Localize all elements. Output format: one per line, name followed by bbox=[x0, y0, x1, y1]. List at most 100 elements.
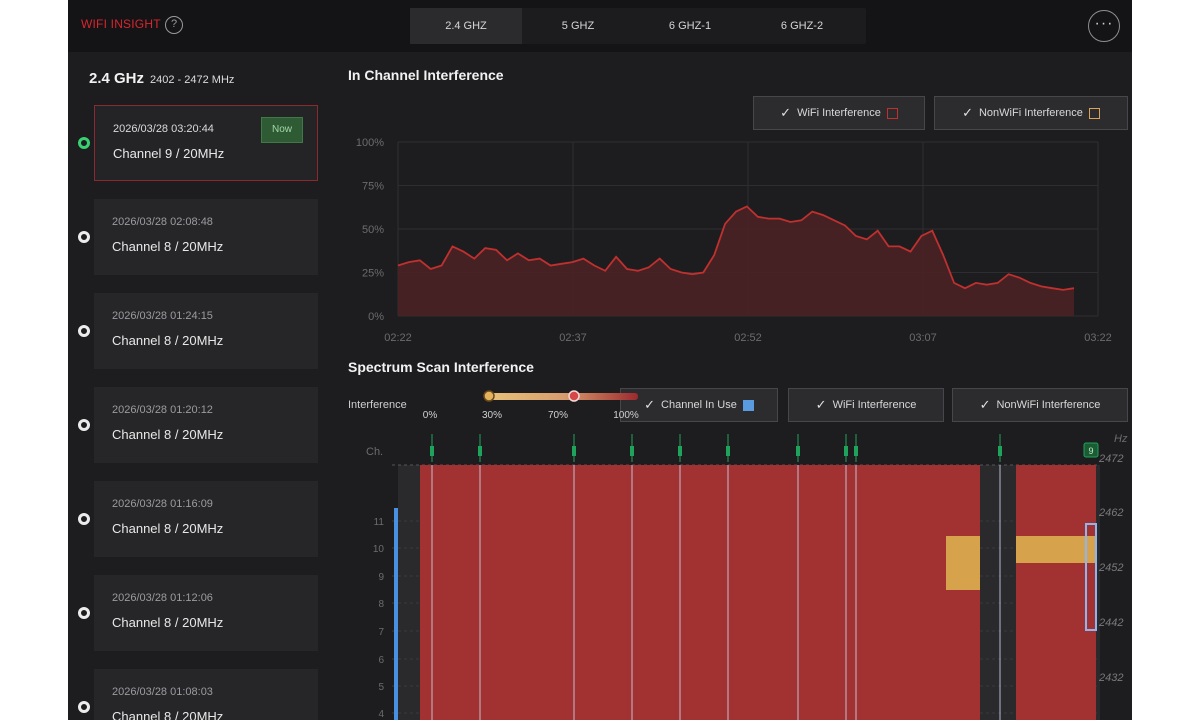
scan-dot[interactable] bbox=[78, 607, 90, 619]
toggle-label: NonWiFi Interference bbox=[978, 107, 1083, 119]
sp-toggle-3[interactable]: ✓ NonWiFi Interference bbox=[952, 388, 1128, 422]
scan-dot[interactable] bbox=[78, 325, 90, 337]
legend-max-handle[interactable] bbox=[568, 390, 580, 402]
channel-in-use-bar bbox=[394, 508, 398, 720]
interference-legend-label: Interference bbox=[348, 399, 407, 411]
channel-tick-label: 6 bbox=[378, 655, 384, 666]
ap-marker bbox=[796, 446, 800, 456]
x-tick-label: 02:52 bbox=[734, 332, 762, 344]
nonwifi-interference-block bbox=[1016, 536, 1096, 563]
channel-axis-label: Ch. bbox=[366, 446, 383, 458]
sp-toggle-1[interactable]: ✓ Channel In Use bbox=[620, 388, 778, 422]
freq-tick-label: 2472 bbox=[1098, 453, 1123, 465]
scan-dot[interactable] bbox=[78, 513, 90, 525]
scan-dot[interactable] bbox=[78, 701, 90, 713]
help-icon[interactable]: ? bbox=[165, 16, 183, 34]
freq-tick-label: 2462 bbox=[1098, 507, 1123, 519]
nonwifi-interference-block bbox=[946, 536, 980, 590]
scan-timestamp: 2026/03/28 01:20:12 bbox=[112, 404, 213, 416]
y-tick-label: 50% bbox=[362, 224, 384, 236]
channel-tick-label: 4 bbox=[378, 709, 384, 720]
scan-card[interactable]: 2026/03/28 01:24:15 Channel 8 / 20MHz bbox=[94, 293, 318, 369]
ap-marker bbox=[430, 446, 434, 456]
scan-channel: Channel 9 / 20MHz bbox=[113, 146, 225, 161]
scan-card[interactable]: 2026/03/28 01:16:09 Channel 8 / 20MHz bbox=[94, 481, 318, 557]
channel-in-use-marker bbox=[1085, 523, 1097, 631]
ic-toggle-1[interactable]: ✓ WiFi Interference bbox=[753, 96, 925, 130]
scan-timestamp: 2026/03/28 01:24:15 bbox=[112, 310, 213, 322]
current-scan-dot[interactable] bbox=[78, 137, 90, 149]
band-heading: 2.4 GHz 2402 - 2472 MHz bbox=[89, 70, 234, 88]
tab-band-4[interactable]: 6 GHZ-2 bbox=[746, 8, 858, 44]
check-icon: ✓ bbox=[780, 105, 792, 120]
band-tabs: 2.4 GHZ 5 GHZ 6 GHZ-1 6 GHZ-2 bbox=[410, 8, 866, 44]
scan-timestamp: 2026/03/28 01:16:09 bbox=[112, 498, 213, 510]
now-badge: Now bbox=[261, 117, 303, 143]
scan-channel: Channel 8 / 20MHz bbox=[112, 615, 224, 630]
ap-marker bbox=[844, 446, 848, 456]
spectrum-plot-bg bbox=[398, 465, 1100, 720]
scan-card[interactable]: 2026/03/28 02:08:48 Channel 8 / 20MHz bbox=[94, 199, 318, 275]
ap-marker bbox=[726, 446, 730, 456]
scan-card[interactable]: 2026/03/28 01:20:12 Channel 8 / 20MHz bbox=[94, 387, 318, 463]
scan-timestamp: 2026/03/28 02:08:48 bbox=[112, 216, 213, 228]
scan-channel: Channel 8 / 20MHz bbox=[112, 427, 224, 442]
legend-tick-label: 70% bbox=[548, 410, 568, 421]
legend-swatch bbox=[886, 107, 898, 119]
scan-timestamp: 2026/03/28 01:08:03 bbox=[112, 686, 213, 698]
y-tick-label: 100% bbox=[356, 137, 384, 149]
legend-tick-label: 0% bbox=[423, 410, 438, 421]
scan-dot[interactable] bbox=[78, 231, 90, 243]
channel-tick-label: 10 bbox=[373, 544, 385, 555]
channel-tick-label: 11 bbox=[374, 517, 385, 528]
channel-tick-label: 9 bbox=[378, 572, 384, 583]
freq-tick-label: 2452 bbox=[1098, 562, 1123, 574]
ap-marker bbox=[854, 446, 858, 456]
y-tick-label: 0% bbox=[368, 311, 384, 323]
ic-toggle-2[interactable]: ✓ NonWiFi Interference bbox=[934, 96, 1128, 130]
scan-channel: Channel 8 / 20MHz bbox=[112, 709, 224, 720]
check-icon: ✓ bbox=[644, 397, 656, 412]
scan-card[interactable]: 2026/03/28 03:20:44 Channel 9 / 20MHz Now bbox=[94, 105, 318, 181]
in-channel-title: In Channel Interference bbox=[348, 67, 504, 83]
scan-timestamp: 2026/03/28 01:12:06 bbox=[112, 592, 213, 604]
top-bar: WIFI INSIGHT ? 2.4 GHZ 5 GHZ 6 GHZ-1 6 GHZ-… bbox=[68, 0, 1132, 52]
app-title: WIFI INSIGHT bbox=[81, 17, 161, 31]
ap-marker bbox=[630, 446, 634, 456]
scan-timestamp: 2026/03/28 03:20:44 bbox=[113, 123, 214, 135]
y-tick-label: 75% bbox=[362, 181, 384, 193]
x-tick-label: 02:37 bbox=[559, 332, 587, 344]
scan-channel: Channel 8 / 20MHz bbox=[112, 521, 224, 536]
tab-band-1[interactable]: 2.4 GHZ bbox=[410, 8, 522, 44]
selected-channel-badge[interactable] bbox=[1083, 442, 1099, 458]
scan-channel: Channel 8 / 20MHz bbox=[112, 333, 224, 348]
more-options-button[interactable]: ··· bbox=[1088, 10, 1120, 42]
sp-toggle-2[interactable]: ✓ WiFi Interference bbox=[788, 388, 944, 422]
ap-marker bbox=[478, 446, 482, 456]
app-window: WIFI INSIGHT ? 2.4 GHZ 5 GHZ 6 GHZ-1 6 GHZ-… bbox=[68, 0, 1132, 720]
toggle-label: WiFi Interference bbox=[797, 107, 881, 119]
hz-axis-label: Hz bbox=[1114, 433, 1128, 445]
x-tick-label: 03:22 bbox=[1084, 332, 1112, 344]
legend-swatch bbox=[1088, 107, 1100, 119]
scan-dot[interactable] bbox=[78, 419, 90, 431]
toggle-label: Channel In Use bbox=[661, 399, 737, 411]
band-range: 2402 - 2472 MHz bbox=[150, 74, 235, 86]
band-name: 2.4 GHz bbox=[89, 70, 145, 87]
scan-card[interactable]: 2026/03/28 01:08:03 Channel 8 / 20MHz bbox=[94, 669, 318, 720]
scan-channel: Channel 8 / 20MHz bbox=[112, 239, 224, 254]
check-icon: ✓ bbox=[979, 397, 991, 412]
wifi-interference-area bbox=[398, 206, 1074, 316]
x-tick-label: 03:07 bbox=[909, 332, 937, 344]
scan-card[interactable]: 2026/03/28 01:12:06 Channel 8 / 20MHz bbox=[94, 575, 318, 651]
tab-band-2[interactable]: 5 GHZ bbox=[522, 8, 634, 44]
y-tick-label: 25% bbox=[362, 268, 384, 280]
ap-marker bbox=[678, 446, 682, 456]
channel-tick-label: 8 bbox=[378, 599, 384, 610]
ap-marker bbox=[572, 446, 576, 456]
check-icon: ✓ bbox=[962, 105, 973, 120]
tab-band-3[interactable]: 6 GHZ-1 bbox=[634, 8, 746, 44]
legend-min-handle[interactable] bbox=[483, 390, 495, 402]
legend-tick-label: 30% bbox=[482, 410, 502, 421]
selected-channel-label: 9 bbox=[1088, 446, 1093, 456]
